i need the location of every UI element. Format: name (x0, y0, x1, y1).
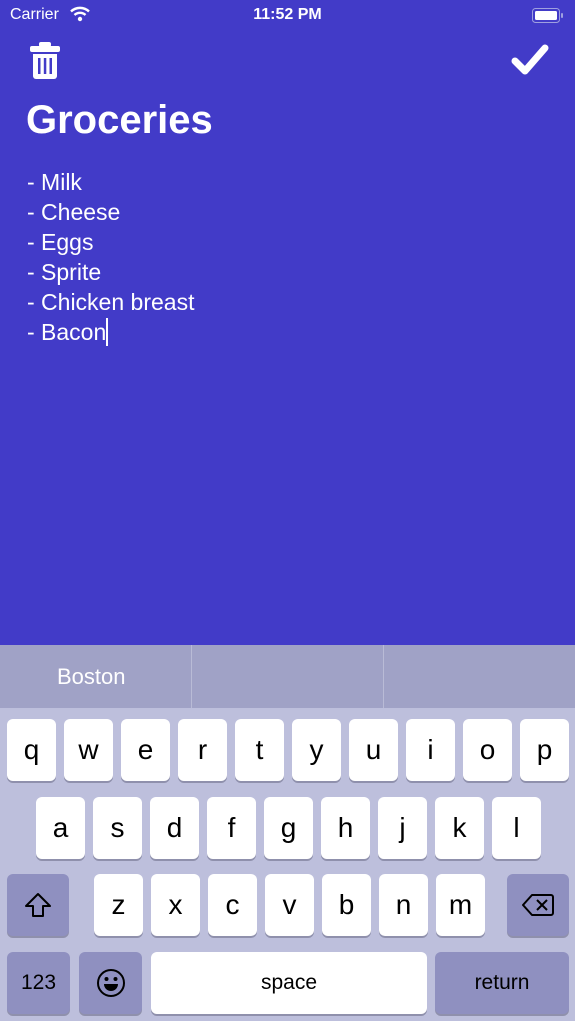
note-line: - Cheese (27, 199, 121, 225)
space-key[interactable]: space (151, 952, 427, 1014)
key-r[interactable]: r (178, 719, 227, 781)
checkmark-icon[interactable] (510, 42, 550, 78)
key-w[interactable]: w (64, 719, 113, 781)
note-line: - Bacon (27, 319, 107, 345)
delete-key[interactable] (507, 874, 569, 936)
suggestion-item[interactable] (192, 645, 384, 708)
keyboard: Boston q w e r t y u i o p a s d f g h j k l z x c v b n m 123 spac… (0, 645, 575, 1021)
emoji-key[interactable] (79, 952, 142, 1014)
suggestion-bar: Boston (0, 645, 575, 708)
key-t[interactable]: t (235, 719, 284, 781)
note-body[interactable]: - Milk - Cheese - Eggs - Sprite - Chicke… (27, 167, 547, 347)
suggestion-item[interactable]: Boston (0, 645, 192, 708)
key-o[interactable]: o (463, 719, 512, 781)
key-l[interactable]: l (492, 797, 541, 859)
key-k[interactable]: k (435, 797, 484, 859)
numbers-key[interactable]: 123 (7, 952, 70, 1014)
key-d[interactable]: d (150, 797, 199, 859)
key-b[interactable]: b (322, 874, 371, 936)
key-i[interactable]: i (406, 719, 455, 781)
backspace-icon (522, 894, 554, 916)
shift-key[interactable] (7, 874, 69, 936)
suggestion-item[interactable] (384, 645, 575, 708)
note-line: - Milk (27, 169, 82, 195)
key-g[interactable]: g (264, 797, 313, 859)
key-y[interactable]: y (292, 719, 341, 781)
key-j[interactable]: j (378, 797, 427, 859)
battery-icon (532, 8, 563, 23)
emoji-icon (96, 969, 125, 997)
status-time: 11:52 PM (253, 6, 322, 23)
key-c[interactable]: c (208, 874, 257, 936)
key-q[interactable]: q (7, 719, 56, 781)
key-m[interactable]: m (436, 874, 485, 936)
key-p[interactable]: p (520, 719, 569, 781)
key-h[interactable]: h (321, 797, 370, 859)
return-key[interactable]: return (435, 952, 569, 1014)
key-a[interactable]: a (36, 797, 85, 859)
key-s[interactable]: s (93, 797, 142, 859)
key-v[interactable]: v (265, 874, 314, 936)
note-line: - Chicken breast (27, 289, 195, 315)
key-x[interactable]: x (151, 874, 200, 936)
key-z[interactable]: z (94, 874, 143, 936)
note-line: - Sprite (27, 259, 102, 285)
trash-icon[interactable] (28, 40, 62, 80)
note-line: - Eggs (27, 229, 94, 255)
key-n[interactable]: n (379, 874, 428, 936)
shift-icon (25, 893, 51, 917)
text-cursor (106, 318, 109, 346)
key-f[interactable]: f (207, 797, 256, 859)
status-bar: Carrier 11:52 PM (0, 0, 575, 32)
key-e[interactable]: e (121, 719, 170, 781)
note-title[interactable]: Groceries (26, 98, 213, 143)
key-u[interactable]: u (349, 719, 398, 781)
